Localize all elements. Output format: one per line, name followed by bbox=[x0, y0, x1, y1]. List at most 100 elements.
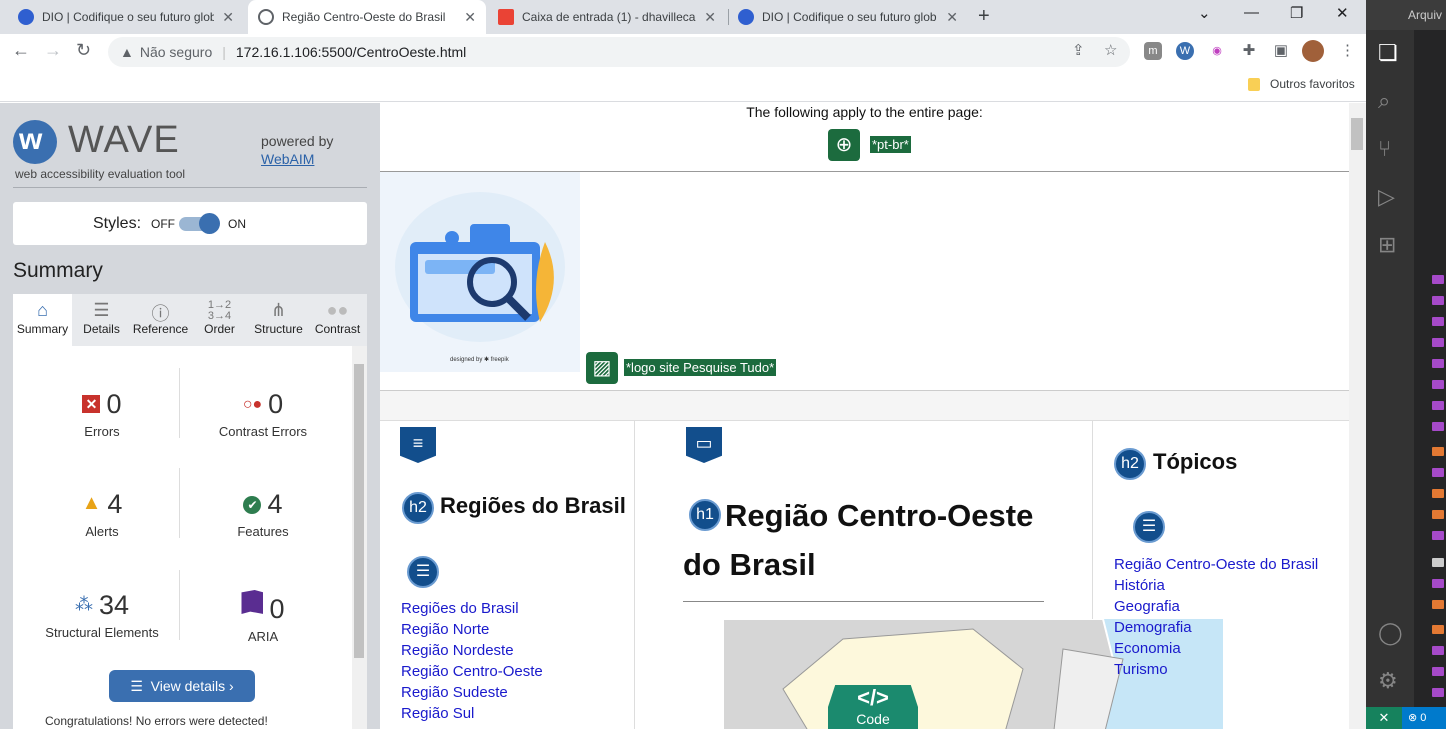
errors-stat[interactable]: ✕ 0 Errors bbox=[19, 389, 185, 439]
structural-stat[interactable]: ⁂ 34 Structural Elements bbox=[19, 590, 185, 640]
tab-structure[interactable]: ⋔ Structure bbox=[249, 294, 308, 346]
problems-indicator[interactable]: ⊗ 0 bbox=[1408, 711, 1426, 724]
link-regioes[interactable]: Regiões do Brasil bbox=[401, 598, 543, 619]
profile-avatar[interactable] bbox=[1302, 40, 1324, 62]
other-bookmarks[interactable]: Outros favoritos bbox=[1270, 77, 1355, 91]
tab-dio-2[interactable]: DIO | Codifique o seu futuro glob ✕ bbox=[728, 0, 968, 34]
link-topic-centro-oeste[interactable]: Região Centro-Oeste do Brasil bbox=[1114, 554, 1318, 575]
menu-icon[interactable]: ⋮ bbox=[1340, 41, 1355, 59]
link-nordeste[interactable]: Região Nordeste bbox=[401, 640, 543, 661]
extension-m-icon[interactable]: m bbox=[1144, 42, 1162, 60]
webaim-link[interactable]: WebAIM bbox=[261, 151, 314, 167]
link-sudeste[interactable]: Região Sudeste bbox=[401, 682, 543, 703]
page-scrollbar[interactable] bbox=[1349, 103, 1366, 729]
source-control-icon[interactable]: ⑂ bbox=[1378, 136, 1391, 162]
link-turismo[interactable]: Turismo bbox=[1114, 659, 1318, 680]
url-text: 172.16.1.106:5500/CentroOeste.html bbox=[235, 44, 467, 60]
tab-details[interactable]: ☰ Details bbox=[72, 294, 131, 346]
new-tab-icon[interactable]: + bbox=[978, 5, 990, 28]
view-details-button[interactable]: ☰ View details › bbox=[109, 670, 255, 702]
aria-count: 0 bbox=[269, 594, 285, 624]
vscode-titlebar: Arquiv bbox=[1366, 0, 1446, 30]
side-panel-icon[interactable]: ▣ bbox=[1272, 42, 1290, 60]
h2-badge-icon[interactable]: h2 bbox=[1114, 448, 1146, 480]
security-status: Não seguro bbox=[139, 44, 213, 60]
close-tab-icon[interactable]: ✕ bbox=[704, 9, 716, 26]
link-demografia[interactable]: Demografia bbox=[1114, 617, 1318, 638]
search-icon[interactable]: ⌕ bbox=[1378, 88, 1390, 114]
alerts-stat[interactable]: ▲ 4 Alerts bbox=[19, 489, 185, 539]
tab-gmail[interactable]: Caixa de entrada (1) - dhavillecar ✕ bbox=[488, 0, 726, 34]
settings-gear-icon[interactable]: ⚙ bbox=[1378, 668, 1398, 694]
main-landmark-icon[interactable]: ▭ bbox=[686, 427, 722, 463]
page-wide-notice: The following apply to the entire page: bbox=[746, 104, 983, 120]
back-icon[interactable]: ← bbox=[12, 40, 30, 61]
tab-dio-1[interactable]: DIO | Codifique o seu futuro glob ✕ bbox=[8, 0, 244, 34]
account-icon[interactable]: ◯ bbox=[1378, 620, 1403, 646]
navigation-landmark-icon[interactable]: ≡ bbox=[400, 427, 436, 463]
logo-alt-label: *logo site Pesquise Tudo* bbox=[624, 359, 777, 376]
file-icon bbox=[1432, 531, 1444, 540]
image-icon[interactable]: ▨ bbox=[586, 352, 618, 384]
separator: | bbox=[222, 44, 226, 60]
broadcast-extension-icon[interactable]: ◉ bbox=[1208, 42, 1226, 60]
tab-summary[interactable]: ⌂ Summary bbox=[13, 294, 72, 346]
restore-icon[interactable]: ❐ bbox=[1290, 4, 1303, 22]
powered-by: powered by bbox=[261, 133, 334, 149]
panel-scroll-thumb[interactable] bbox=[354, 364, 364, 658]
explorer-icon[interactable]: ❏ bbox=[1378, 40, 1398, 66]
tab-reference[interactable]: ⓘ Reference bbox=[131, 294, 190, 346]
tab-label: Summary bbox=[16, 322, 69, 336]
wave-sidebar: w WAVE web accessibility evaluation tool… bbox=[0, 103, 380, 729]
alerts-count: 4 bbox=[107, 489, 123, 519]
code-badge-icon[interactable]: </> Code bbox=[828, 685, 918, 729]
minimize-icon[interactable]: — bbox=[1244, 4, 1259, 21]
reload-icon[interactable]: ↻ bbox=[76, 40, 91, 61]
text-file-icon bbox=[1432, 558, 1444, 567]
tab-order[interactable]: 1→2 3→4 Order bbox=[190, 294, 249, 346]
close-tab-icon[interactable]: ✕ bbox=[464, 9, 476, 26]
close-window-icon[interactable]: ✕ bbox=[1336, 4, 1349, 22]
forward-icon[interactable]: → bbox=[44, 40, 62, 61]
aria-stat[interactable]: 0 ARIA bbox=[180, 590, 346, 644]
regions-list: Regiões do Brasil Região Norte Região No… bbox=[401, 598, 543, 724]
aria-icon bbox=[241, 590, 264, 614]
toggle-knob[interactable] bbox=[199, 213, 220, 234]
language-globe-icon[interactable]: ⊕ bbox=[828, 129, 860, 161]
puzzle-icon[interactable]: ✚ bbox=[1240, 42, 1258, 60]
list-icon[interactable]: ☰ bbox=[1133, 511, 1165, 543]
tab-contrast[interactable]: ●● Contrast bbox=[308, 294, 367, 346]
h2-badge-icon[interactable]: h2 bbox=[402, 492, 434, 524]
link-geografia[interactable]: Geografia bbox=[1114, 596, 1318, 617]
link-economia[interactable]: Economia bbox=[1114, 638, 1318, 659]
main-column: ▭ h1 Região Centro-Oeste do Brasil </> Co… bbox=[635, 421, 1223, 729]
info-icon: ⓘ bbox=[151, 304, 170, 324]
list-icon[interactable]: ☰ bbox=[407, 556, 439, 588]
wave-extension-icon[interactable]: W bbox=[1176, 42, 1194, 60]
search-illustration: designed by ✱ freepik bbox=[395, 192, 565, 363]
link-norte[interactable]: Região Norte bbox=[401, 619, 543, 640]
close-tab-icon[interactable]: ✕ bbox=[946, 9, 958, 26]
topics-list: Região Centro-Oeste do Brasil História G… bbox=[1114, 554, 1318, 680]
vscode-menu-file[interactable]: Arquiv bbox=[1408, 8, 1442, 22]
link-historia[interactable]: História bbox=[1114, 575, 1318, 596]
page-scroll-thumb[interactable] bbox=[1351, 118, 1363, 150]
close-tab-icon[interactable]: ✕ bbox=[222, 9, 234, 26]
list-icon: ☰ bbox=[93, 300, 110, 320]
extensions-icon[interactable]: ⊞ bbox=[1378, 232, 1396, 258]
tab-regiao-centro-oeste[interactable]: Região Centro-Oeste do Brasil ✕ bbox=[248, 0, 486, 34]
remote-icon[interactable]: ✕ bbox=[1366, 707, 1402, 729]
link-centro-oeste[interactable]: Região Centro-Oeste bbox=[401, 661, 543, 682]
share-icon[interactable]: ⇪ bbox=[1072, 41, 1085, 59]
tab-search-icon[interactable]: ⌄ bbox=[1198, 4, 1211, 22]
address-bar[interactable]: ▲ Não seguro | 172.16.1.106:5500/CentroO… bbox=[108, 37, 1130, 67]
tab-title: DIO | Codifique o seu futuro glob bbox=[42, 10, 215, 24]
feature-icon: ✔ bbox=[243, 496, 262, 514]
link-sul[interactable]: Região Sul bbox=[401, 703, 543, 724]
features-stat[interactable]: ✔ 4 Features bbox=[180, 489, 346, 539]
tab-title: Região Centro-Oeste do Brasil bbox=[282, 10, 446, 24]
star-icon[interactable]: ☆ bbox=[1104, 41, 1117, 59]
contrast-icon: ●● bbox=[326, 300, 349, 320]
run-debug-icon[interactable]: ▷ bbox=[1378, 184, 1395, 210]
contrast-errors-stat[interactable]: ○● 0 Contrast Errors bbox=[180, 389, 346, 439]
